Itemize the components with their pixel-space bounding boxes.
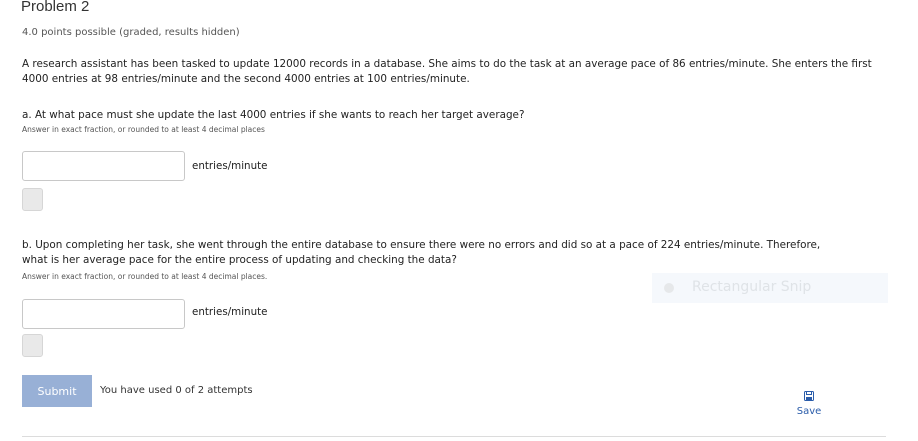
part-a-unit: entries/minute xyxy=(192,160,268,172)
floppy-disk-icon xyxy=(804,391,814,401)
save-button[interactable]: Save xyxy=(795,386,823,417)
attempts-text: You have used 0 of 2 attempts xyxy=(100,385,253,396)
part-b-hint: Answer in exact fraction, or rounded to … xyxy=(22,272,268,281)
part-a-answer-input[interactable] xyxy=(22,151,185,181)
problem-title: Problem 2 xyxy=(21,0,90,15)
problem-statement: A research assistant has been tasked to … xyxy=(22,58,872,85)
snip-label: Rectangular Snip xyxy=(692,279,812,295)
part-b-unit: entries/minute xyxy=(192,306,268,318)
part-a-hint: Answer in exact fraction, or rounded to … xyxy=(22,125,265,134)
part-a-question: a. At what pace must she update the last… xyxy=(22,109,525,121)
part-b-status-indicator xyxy=(22,334,43,357)
part-b-question: b. Upon completing her task, she went th… xyxy=(22,239,821,266)
footer-divider xyxy=(22,436,886,437)
points-info: 4.0 points possible (graded, results hid… xyxy=(22,27,240,38)
rectangular-snip-overlay: Rectangular Snip xyxy=(652,273,888,303)
part-b-answer-input[interactable] xyxy=(22,299,185,329)
part-a-status-indicator xyxy=(22,188,43,211)
snip-dot-icon xyxy=(664,283,674,293)
submit-button[interactable]: Submit xyxy=(22,375,92,407)
save-label: Save xyxy=(796,406,822,417)
